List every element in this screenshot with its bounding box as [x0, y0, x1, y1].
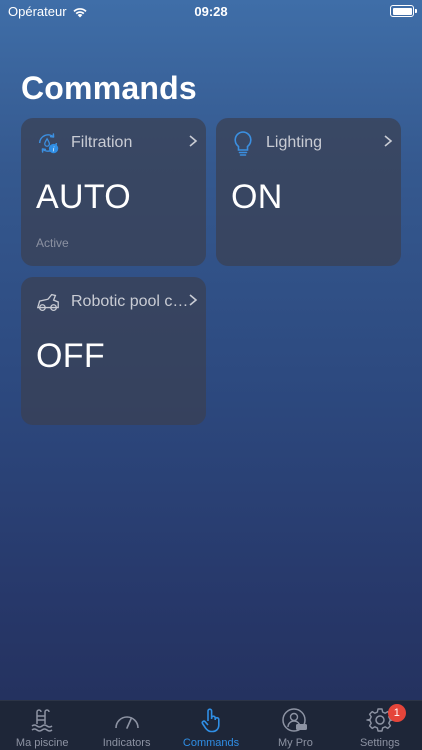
card-title: Lighting: [266, 134, 323, 151]
tab-label: My Pro: [278, 737, 313, 749]
clock: 09:28: [194, 4, 228, 19]
card-title: Robotic pool cl...: [71, 293, 189, 310]
tab-my-pro[interactable]: My Pro: [253, 701, 337, 750]
robot-cleaner-card[interactable]: Robotic pool cl... OFF: [21, 277, 206, 425]
bulb-icon: [230, 130, 256, 156]
tab-bar: Ma piscine Indicators Commands My Pro 1 …: [0, 700, 422, 750]
tab-label: Settings: [359, 737, 400, 749]
status-bar: Opérateur 09:28: [0, 0, 422, 24]
filtration-value: AUTO: [36, 178, 132, 216]
pro-icon: [281, 707, 309, 733]
filtration-card[interactable]: i Filtration AUTO Active: [21, 118, 206, 266]
pool-icon: [28, 707, 56, 733]
lighting-value: ON: [231, 178, 283, 216]
card-title: Filtration: [71, 134, 133, 151]
page-title: Commands: [21, 70, 197, 106]
tab-settings[interactable]: 1 Settings: [338, 701, 422, 750]
tab-label: Ma piscine: [15, 737, 69, 749]
tab-ma-piscine[interactable]: Ma piscine: [0, 701, 84, 750]
battery-icon: [390, 5, 417, 17]
chevron-right-icon: [189, 294, 198, 306]
robot-cleaner-value: OFF: [36, 337, 105, 375]
chevron-right-icon: [384, 135, 393, 147]
svg-text:i: i: [53, 145, 55, 153]
tab-label: Indicators: [102, 737, 151, 749]
filtration-icon: i: [35, 130, 61, 156]
tab-commands[interactable]: Commands: [169, 701, 253, 750]
robot-cleaner-icon: [35, 289, 61, 315]
tab-label: Commands: [182, 737, 240, 749]
notification-badge: 1: [387, 704, 406, 722]
gauge-icon: [113, 707, 141, 733]
chevron-right-icon: [189, 135, 198, 147]
filtration-status: Active: [36, 236, 69, 250]
lighting-card[interactable]: Lighting ON: [216, 118, 401, 266]
tab-indicators[interactable]: Indicators: [84, 701, 168, 750]
hand-pointer-icon: [197, 707, 225, 733]
